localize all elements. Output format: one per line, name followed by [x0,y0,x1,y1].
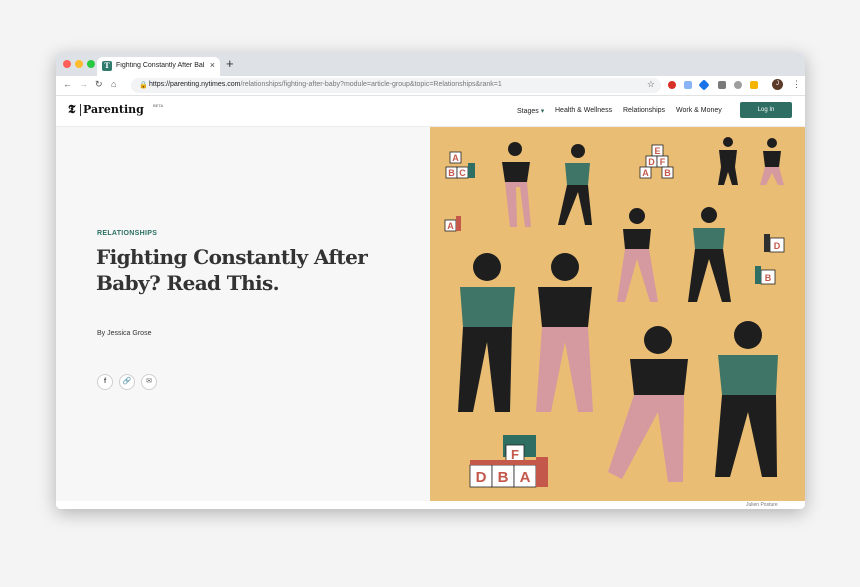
chevron-down-icon: ▾ [540,108,545,115]
tab-active[interactable]: T Fighting Constantly After Baby × [97,57,220,76]
block-d-bottom: D [476,469,487,486]
new-tab-button[interactable]: + [226,56,234,71]
extension-puzzle-icon[interactable] [718,81,726,89]
email-icon[interactable]: ✉ [141,374,157,390]
block-b-bottom: B [498,469,509,486]
profile-avatar[interactable]: J [772,79,783,90]
nav-work-money[interactable]: Work & Money [676,107,722,114]
maximize-window-button[interactable] [87,60,95,68]
illustration-credit: Julien Posture [746,502,778,508]
nav-relationships[interactable]: Relationships [623,107,665,114]
block-d-right: D [774,241,781,251]
url-host: https://parenting.nytimes.com [149,81,241,88]
extension-dropbox-icon[interactable] [698,79,710,91]
extension-bulb-icon[interactable] [750,81,758,89]
nav-health-wellness[interactable]: Health & Wellness [555,107,612,114]
nav-stages[interactable]: Stages ▾ [517,107,544,115]
extension-cloud-icon[interactable] [734,81,742,89]
login-button[interactable]: Log In [740,102,792,118]
address-toolbar: ← → ↻ ⌂ 🔒 https://parenting.nytimes.com/… [56,76,805,96]
more-menu-icon[interactable]: ⋮ [792,79,801,90]
block-f-top-right: F [660,157,666,167]
extension-red-icon[interactable] [668,81,676,89]
link-icon[interactable]: 🔗 [119,374,135,390]
reload-icon[interactable]: ↻ [95,79,103,90]
block-d-top-right: D [648,157,655,167]
article-info-panel: RELATIONSHIPS Fighting Constantly After … [56,127,430,501]
parenting-logo[interactable]: Parenting [83,103,144,116]
article-illustration: A B C E D F A B A D B F D B A [430,127,805,501]
minimize-window-button[interactable] [75,60,83,68]
block-b-right: B [765,273,772,283]
logo-divider [80,104,81,116]
nyt-logo-icon[interactable]: 𝕿 [68,102,75,117]
block-e-top-right: E [654,146,660,156]
beta-tag: BETA [153,103,164,108]
url-path: /relationships/fighting-after-baby?modul… [240,81,502,88]
forward-icon[interactable]: → [79,79,88,89]
bookmark-star-icon[interactable]: ☆ [647,79,655,90]
block-f-bottom: F [511,447,519,462]
block-a-top-right: A [642,168,649,178]
section-kicker[interactable]: RELATIONSHIPS [97,230,157,237]
block-a-left: A [447,221,454,231]
facebook-icon[interactable]: f [97,374,113,390]
lock-icon: 🔒 [139,82,148,89]
url-text[interactable]: https://parenting.nytimes.com/relationsh… [149,81,502,88]
nyt-favicon-icon: T [102,61,112,71]
nav-stages-label: Stages [517,108,539,115]
back-icon[interactable]: ← [63,79,72,89]
block-a-bottom: A [520,469,531,486]
tab-close-icon[interactable]: × [210,60,215,70]
home-icon[interactable]: ⌂ [111,79,116,89]
block-c-top-left: C [459,168,466,178]
block-b-top-left: B [448,168,455,178]
tab-strip: T Fighting Constantly After Baby × + [56,53,805,76]
article-hero: RELATIONSHIPS Fighting Constantly After … [56,127,805,501]
extension-doc-icon[interactable] [684,81,692,89]
site-header: 𝕿 Parenting BETA Stages ▾ Health & Welln… [56,96,805,127]
page-footer-strip [56,501,805,509]
address-bar[interactable]: 🔒 https://parenting.nytimes.com/relation… [131,78,661,93]
tab-title: Fighting Constantly After Baby [116,62,204,69]
block-a-top-left: A [452,153,459,163]
article-headline: Fighting Constantly After Baby? Read Thi… [96,245,368,295]
browser-window: T Fighting Constantly After Baby × + ← →… [56,53,805,509]
close-window-button[interactable] [63,60,71,68]
block-b-top-right: B [664,168,671,178]
byline: By Jessica Grose [97,330,152,337]
